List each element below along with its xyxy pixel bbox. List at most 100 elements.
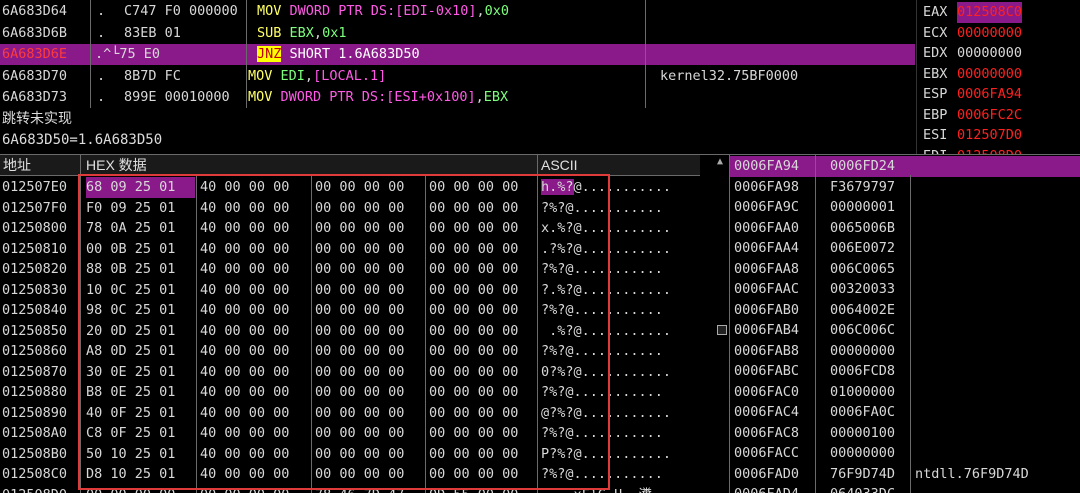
disasm-operand: DWORD PTR DS:[ESI+0x100]	[280, 89, 476, 105]
disasm-instruction: MOV EDI,[LOCAL.1]	[248, 66, 638, 87]
register-value[interactable]: 012508C0	[957, 2, 1023, 23]
disasm-operand: ,	[313, 24, 323, 41]
column-address[interactable]: 地址	[3, 155, 31, 176]
disasm-bytes: C747 F0 000000	[124, 3, 238, 19]
register-value[interactable]: 00000000	[957, 23, 1022, 44]
disasm-row[interactable]: 6A683D70. 8B7D FC MOV EDI,[LOCAL.1] kernel3…	[0, 66, 915, 87]
disasm-operand: EBX	[289, 24, 314, 41]
dump-address: 01250850	[2, 322, 68, 339]
stack-row[interactable]: 0006FABC 0006FCD8	[730, 361, 1080, 382]
stack-address: 0006FAA0	[734, 219, 800, 236]
stack-row[interactable]: 0006FAAC 00320033	[730, 279, 1080, 300]
stack-divider-addr	[815, 155, 816, 493]
scroll-thumb[interactable]	[717, 325, 727, 335]
column-hex[interactable]: HEX 数据	[86, 155, 147, 176]
dump-scrollbar[interactable]: ▲	[714, 155, 730, 493]
stack-row[interactable]: 0006FA94 0006FD24	[730, 156, 1080, 177]
disasm-instruction: MOV DWORD PTR DS:[EDI-0x10],0x0	[257, 1, 647, 22]
stack-address: 0006FABC	[734, 363, 800, 379]
stack-address: 0006FAA4	[734, 240, 800, 256]
disasm-mnemonic: MOV	[248, 89, 273, 105]
disasm-row[interactable]: 6A683D64. C747 F0 000000 MOV DWORD PTR DS:…	[0, 1, 915, 22]
stack-value: 00000000	[830, 342, 896, 359]
register-name: EAX	[923, 4, 948, 20]
dump-address: 01250890	[2, 404, 68, 421]
dump-address: 012508C0	[2, 466, 68, 482]
stack-row[interactable]: 0006FAB0 0064002E	[730, 300, 1080, 321]
stack-row[interactable]: 0006FAA4 006E0072	[730, 238, 1080, 259]
disasm-operand: ,	[476, 3, 485, 19]
stack-row[interactable]: 0006FAB8 00000000	[730, 341, 1080, 362]
register-name: ECX	[923, 24, 948, 41]
dump-address: 012508B0	[2, 445, 68, 462]
disasm-operand: EDI	[280, 67, 305, 84]
stack-row[interactable]: 0006FAC0 01000000	[730, 382, 1080, 403]
stack-address: 0006FAC8	[734, 424, 800, 441]
dump-address: 012508A0	[2, 425, 68, 441]
stack-row[interactable]: 0006FA9C 00000001	[730, 197, 1080, 218]
column-ascii[interactable]: ASCII	[541, 155, 578, 176]
disasm-row[interactable]: 6A683D6B. 83EB 01 SUB EBX,0x1	[0, 23, 915, 44]
register-value[interactable]: 012508D0	[957, 146, 1022, 155]
stack-value: 01000000	[830, 383, 896, 400]
disassembly-pane[interactable]: 6A683D64. C747 F0 000000 MOV DWORD PTR DS:…	[0, 0, 915, 108]
stack-row[interactable]: 0006FAD0 76F9D74D ntdll.76F9D74D	[730, 464, 1080, 485]
stack-value: 006C006C	[830, 322, 896, 338]
stack-row[interactable]: 0006FAC4 0006FA0C	[730, 402, 1080, 423]
register-name: EBP	[923, 106, 948, 123]
stack-address: 0006FA9C	[734, 199, 800, 215]
stack-row[interactable]: 0006FACC 00000000	[730, 443, 1080, 464]
stack-address: 0006FAC4	[734, 404, 800, 420]
register-value[interactable]: 0006FC2C	[957, 105, 1022, 126]
register-row[interactable]: EDX 00000000	[918, 43, 1080, 64]
stack-pane[interactable]: 0006FA94 0006FD24 0006FA98 F3679797 0006FA9C…	[730, 155, 1080, 493]
register-row[interactable]: EAX 012508C0	[918, 2, 1080, 23]
annotation-red-box	[78, 174, 610, 490]
disasm-operand: EBX	[483, 89, 509, 105]
stack-row[interactable]: 0006FAA8 006C0065	[730, 259, 1080, 280]
disasm-address: 6A683D6E	[2, 46, 68, 62]
stack-address: 0006FACC	[734, 445, 800, 461]
stack-value: 0006FA0C	[830, 404, 896, 420]
dump-address: 012507F0	[2, 199, 68, 216]
stack-value: 064033DC	[830, 484, 910, 493]
register-value[interactable]: 00000000	[957, 43, 1022, 64]
register-row[interactable]: ECX 00000000	[918, 23, 1080, 44]
register-row[interactable]: EDI012508D0	[918, 146, 1080, 155]
register-value[interactable]: 0006FA94	[957, 84, 1022, 105]
disasm-operand: ,	[304, 67, 314, 84]
register-row[interactable]: EBP 0006FC2C	[918, 105, 1080, 126]
disasm-bytes: 899E 00010000	[124, 89, 230, 105]
stack-value: 0065006B	[830, 219, 896, 236]
register-value[interactable]: 012507D0	[957, 125, 1022, 146]
stack-address: 0006FA98	[734, 178, 800, 195]
disasm-row[interactable]: 6A683D73. 899E 00010000 MOV DWORD PTR DS:[…	[0, 87, 915, 108]
stack-row[interactable]: 0006FA98 F3679797	[730, 177, 1080, 198]
stack-address: 0006FAC0	[734, 383, 800, 400]
disasm-operand: DWORD PTR DS:[EDI-0x10]	[289, 3, 477, 19]
stack-address: 0006FAD4	[734, 484, 816, 493]
stack-row[interactable]: 0006FAC8 00000100	[730, 423, 1080, 444]
registers-pane[interactable]: EAX 012508C0 ECX 00000000 EDX 00000000 EBX 0000…	[918, 0, 1080, 154]
register-row[interactable]: ESI 012507D0	[918, 125, 1080, 146]
disasm-mark: .	[97, 89, 106, 105]
stack-row[interactable]: 0006FAA0 0065006B	[730, 218, 1080, 239]
disasm-instruction: JNZ SHORT 1.6A683D50	[257, 44, 647, 65]
stack-row[interactable]: 0006FAB4 006C006C	[730, 320, 1080, 341]
info-jump-status: 跳转未实现	[2, 111, 72, 127]
stack-address: 0006FAB8	[734, 342, 800, 359]
stack-row[interactable]: 0006FAD4 064033DC	[730, 484, 1080, 493]
register-row[interactable]: ESP 0006FA94	[918, 84, 1080, 105]
disasm-row[interactable]: 6A683D6E .^└75 E0 JNZ SHORT 1.6A683D50	[0, 44, 915, 65]
dump-address: 01250830	[2, 281, 68, 298]
stack-address: 0006FAB0	[734, 301, 800, 318]
register-value[interactable]: 00000000	[957, 64, 1022, 85]
register-name: EDI	[923, 146, 957, 155]
dump-address: 01250810	[2, 240, 68, 257]
stack-value: 00000001	[830, 199, 896, 215]
register-name: ESP	[923, 86, 948, 102]
scroll-up-icon[interactable]: ▲	[717, 157, 723, 167]
register-row[interactable]: EBX 00000000	[918, 64, 1080, 85]
disasm-operand: [LOCAL.1]	[313, 67, 387, 84]
disasm-divider-1	[90, 0, 91, 108]
